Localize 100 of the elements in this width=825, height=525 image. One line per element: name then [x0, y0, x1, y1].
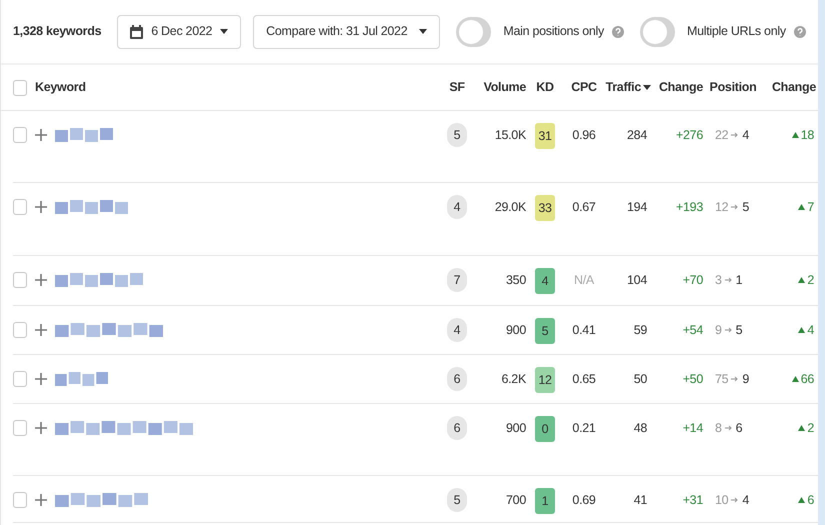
row-checkbox[interactable] — [13, 420, 27, 436]
help-icon — [612, 26, 624, 38]
sf-count: 7 — [447, 268, 467, 292]
sf-count: 5 — [447, 123, 467, 147]
current-position: 6 — [736, 420, 742, 437]
column-header[interactable]: Change — [658, 78, 703, 97]
arrow-right-icon — [731, 376, 740, 382]
arrow-right-icon — [724, 277, 733, 283]
sf-count: 6 — [447, 416, 467, 440]
position-change: 7 — [807, 198, 814, 216]
kd-badge: 33 — [535, 195, 555, 221]
checkbox[interactable] — [13, 80, 27, 96]
arrow-right-icon — [731, 132, 740, 138]
arrow-right-icon — [731, 204, 740, 210]
calendar-icon — [130, 24, 144, 38]
kd-badge: 4 — [535, 268, 555, 294]
traffic-value: 194 — [627, 198, 647, 216]
volume-value: 900 — [506, 420, 526, 437]
toggle-label: Multiple URLs only — [686, 23, 786, 40]
up-triangle-icon — [798, 204, 806, 210]
current-position: 9 — [742, 370, 749, 388]
volume-value: 700 — [506, 492, 526, 509]
current-position: 1 — [736, 272, 742, 289]
sf-count: 6 — [447, 367, 467, 391]
caret-icon — [419, 29, 428, 34]
column-header[interactable]: KD — [536, 78, 554, 97]
kd-badge: 31 — [535, 123, 555, 149]
traffic-change: +193 — [676, 198, 703, 216]
up-triangle-icon — [798, 327, 806, 333]
up-triangle-icon — [792, 132, 799, 138]
arrow-right-icon — [731, 497, 740, 503]
up-triangle-icon — [798, 425, 806, 431]
kd-badge: 5 — [535, 318, 555, 344]
previous-position: 3 — [715, 272, 722, 289]
previous-position: 22 — [715, 126, 728, 144]
kd-badge: 12 — [535, 367, 555, 393]
position-change: 66 — [800, 370, 814, 388]
position-change: 6 — [807, 492, 814, 509]
volume-value: 6.2K — [501, 370, 526, 388]
plus-icon — [35, 422, 47, 434]
sort-arrow-icon — [643, 85, 651, 90]
current-position: 5 — [736, 322, 742, 339]
traffic-change: +70 — [682, 272, 703, 289]
previous-position: 9 — [715, 322, 722, 339]
keyword-count: 1,328 keywords — [13, 23, 102, 40]
volume-value: 900 — [506, 322, 526, 339]
previous-position: 75 — [715, 370, 728, 388]
date-dropdown[interactable]: 6 Dec 2022 — [117, 14, 242, 48]
row-checkbox[interactable] — [13, 127, 27, 143]
position-change: 18 — [800, 126, 814, 144]
row-checkbox[interactable] — [13, 272, 27, 288]
traffic-change: +31 — [682, 492, 703, 509]
cpc-value: 0.65 — [572, 370, 596, 388]
traffic-value: 48 — [634, 420, 647, 437]
column-header[interactable]: Traffic — [606, 78, 641, 97]
kd-badge: 1 — [535, 488, 555, 514]
cpc-value: N/A — [574, 272, 594, 289]
plus-icon — [35, 201, 47, 213]
row-checkbox[interactable] — [13, 492, 27, 508]
previous-position: 8 — [715, 420, 722, 437]
arrow-right-icon — [724, 425, 733, 431]
traffic-value: 50 — [634, 370, 647, 388]
traffic-value: 59 — [634, 322, 647, 339]
cpc-value: 0.96 — [572, 126, 596, 144]
toggle-label: Main positions only — [503, 23, 604, 40]
cpc-value: 0.41 — [572, 322, 596, 339]
current-position: 5 — [742, 198, 749, 216]
sf-count: 4 — [447, 318, 467, 342]
row-checkbox[interactable] — [13, 371, 27, 387]
column-header[interactable]: SF — [449, 78, 465, 97]
row-checkbox[interactable] — [13, 322, 27, 338]
traffic-change: +50 — [682, 370, 703, 388]
traffic-value: 104 — [627, 272, 647, 289]
help-icon — [794, 26, 806, 38]
cpc-value: 0.21 — [572, 420, 596, 437]
traffic-value: 284 — [627, 126, 647, 144]
row-checkbox[interactable] — [13, 199, 27, 215]
column-header[interactable]: Position — [710, 78, 756, 97]
toggle-switch[interactable] — [640, 16, 675, 46]
kd-badge: 0 — [535, 416, 555, 442]
current-position: 4 — [742, 126, 749, 144]
toggle-switch[interactable] — [456, 16, 492, 46]
column-header[interactable]: Volume — [484, 78, 526, 97]
volume-value: 29.0K — [494, 198, 526, 216]
sf-count: 5 — [447, 488, 467, 512]
cpc-value: 0.67 — [572, 198, 596, 216]
traffic-change: +14 — [682, 420, 703, 437]
cpc-value: 0.69 — [572, 492, 596, 509]
previous-position: 10 — [715, 492, 728, 509]
compare-dropdown[interactable]: Compare with: 31 Jul 2022 — [253, 14, 440, 48]
caret-icon — [220, 29, 228, 34]
position-change: 4 — [807, 322, 814, 339]
position-change: 2 — [807, 420, 814, 437]
column-header[interactable]: CPC — [571, 78, 597, 97]
column-header[interactable]: Keyword — [35, 78, 86, 97]
position-change: 2 — [807, 272, 814, 289]
plus-icon — [35, 274, 47, 286]
volume-value: 15.0K — [494, 126, 526, 144]
previous-position: 12 — [715, 198, 728, 216]
column-header[interactable]: Change — [772, 78, 816, 97]
